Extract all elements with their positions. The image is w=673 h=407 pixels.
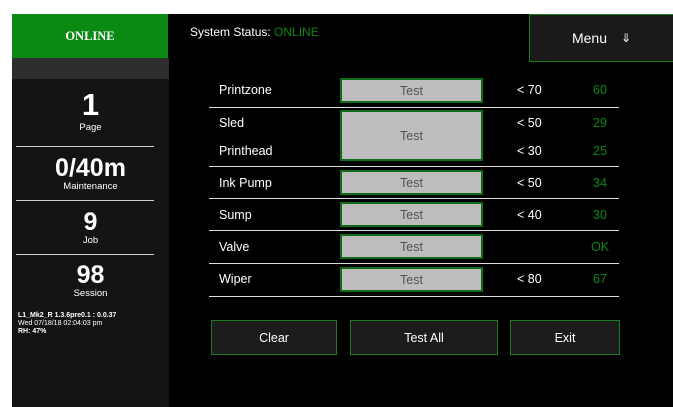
system-status: System Status: ONLINE: [190, 25, 319, 39]
valve-reading: OK: [590, 240, 610, 254]
menu-label: Menu: [571, 30, 607, 46]
printhead-reading: 25: [593, 144, 607, 158]
row-divider: [209, 230, 619, 231]
printer-status-screen: ONLINE 1 Page 0/40m Maintenance 9 Job 98…: [12, 14, 673, 407]
page-stat: 1 Page: [12, 89, 169, 133]
sled-reading: 29: [593, 116, 607, 130]
printzone-label: Printzone: [219, 83, 272, 97]
page-label: Page: [79, 122, 102, 133]
online-badge: ONLINE: [12, 14, 168, 58]
sump-limit: < 40: [517, 208, 542, 222]
printhead-label: Printhead: [219, 144, 273, 158]
sump-test-button[interactable]: Test: [340, 202, 483, 227]
job-count: 9: [83, 208, 98, 236]
wiper-reading: 67: [593, 272, 607, 286]
sump-label: Sump: [219, 208, 252, 222]
wiper-test-button[interactable]: Test: [340, 267, 483, 292]
printzone-limit: < 70: [517, 83, 542, 97]
clear-button[interactable]: Clear: [211, 320, 337, 355]
sled-limit: < 50: [517, 116, 542, 130]
maintenance-value: 0/40m: [55, 154, 126, 182]
sidebar-divider: [16, 200, 154, 201]
arrow-down-icon: ⇓: [620, 31, 632, 45]
humidity: RH: 47%: [18, 328, 47, 335]
printzone-test-button[interactable]: Test: [340, 78, 483, 103]
session-count: 98: [76, 261, 105, 289]
job-stat: 9 Job: [12, 210, 169, 246]
sidebar-spacer: [12, 58, 169, 79]
wiper-label: Wiper: [219, 272, 252, 286]
job-label: Job: [82, 235, 99, 246]
row-divider: [209, 263, 619, 264]
sled-printhead-test-button[interactable]: Test: [340, 110, 483, 161]
session-stat: 98 Session: [12, 263, 169, 299]
sump-reading: 30: [593, 208, 607, 222]
sidebar-divider: [16, 254, 154, 255]
wiper-limit: < 80: [517, 272, 542, 286]
sidebar-divider: [16, 146, 154, 147]
page-count: 1: [81, 87, 100, 122]
ink-pump-test-button[interactable]: Test: [340, 170, 483, 195]
ink-pump-reading: 34: [593, 176, 607, 190]
firmware-version: L1_Mk2_R 1.3.6pre0.1 : 0.0.37: [18, 312, 117, 319]
session-label: Session: [73, 288, 108, 299]
maintenance-label: Maintenance: [63, 181, 118, 192]
ink-pump-label: Ink Pump: [219, 176, 272, 190]
row-divider: [209, 166, 619, 167]
version-info: L1_Mk2_R 1.3.6pre0.1 : 0.0.37 Wed 07/18/…: [18, 312, 116, 336]
datetime: Wed 07/18/18 02:04:03 pm: [18, 320, 103, 327]
sled-label: Sled: [219, 116, 245, 130]
menu-button[interactable]: Menu ⇓: [529, 14, 673, 62]
printzone-reading: 60: [593, 83, 607, 97]
valve-test-button[interactable]: Test: [340, 234, 483, 259]
printhead-limit: < 30: [517, 144, 542, 158]
row-divider: [209, 296, 619, 297]
system-status-value: ONLINE: [274, 25, 319, 39]
maintenance-stat: 0/40m Maintenance: [12, 156, 169, 192]
test-all-button[interactable]: Test All: [350, 320, 498, 355]
row-divider: [209, 198, 619, 199]
exit-button[interactable]: Exit: [510, 320, 620, 355]
valve-label: Valve: [219, 240, 250, 254]
row-divider: [209, 107, 619, 108]
sidebar: ONLINE 1 Page 0/40m Maintenance 9 Job 98…: [12, 14, 169, 407]
ink-pump-limit: < 50: [517, 176, 542, 190]
system-status-label: System Status:: [190, 25, 271, 39]
